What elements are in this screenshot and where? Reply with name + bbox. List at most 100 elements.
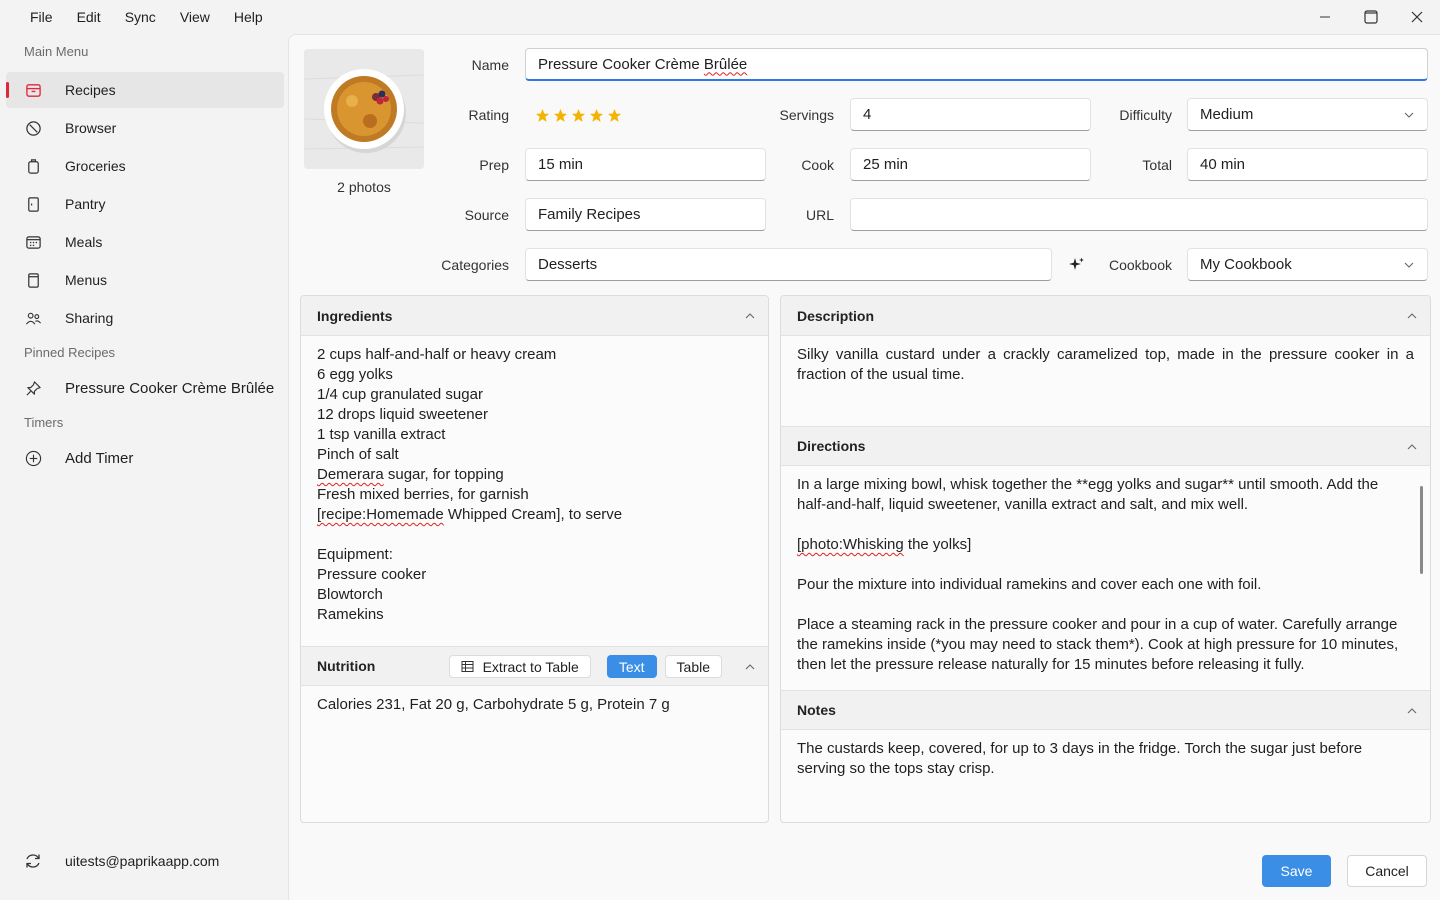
directions-header[interactable]: Directions [781, 426, 1430, 466]
total-field[interactable]: 40 min [1187, 148, 1428, 181]
chevron-down-icon [1404, 112, 1414, 118]
url-field[interactable] [850, 198, 1428, 231]
chevron-up-icon[interactable] [1406, 705, 1418, 717]
cookbook-label: Cookbook [1108, 257, 1172, 273]
sidebar-item-meals[interactable]: Meals [6, 224, 284, 260]
ingredients-header[interactable]: Ingredients [301, 296, 768, 336]
url-label: URL [805, 207, 834, 223]
sidebar-item-label: Browser [65, 120, 117, 136]
cook-field[interactable]: 25 min [850, 148, 1091, 181]
menu-help[interactable]: Help [222, 0, 275, 34]
chevron-up-icon[interactable] [744, 661, 756, 673]
cook-label: Cook [801, 157, 834, 173]
table-mode-button[interactable]: Table [664, 655, 722, 678]
pin-icon [24, 379, 42, 397]
minimize-icon [1320, 16, 1330, 18]
directions-text[interactable]: In a large mixing bowl, whisk together t… [781, 466, 1430, 684]
servings-label: Servings [779, 107, 834, 123]
recipe-photo[interactable] [304, 49, 424, 169]
chevron-up-icon[interactable] [1406, 441, 1418, 453]
table-icon [461, 661, 474, 672]
name-value: Pressure Cooker Crème Brûlée [538, 55, 748, 73]
source-field[interactable]: Family Recipes [525, 198, 766, 231]
ingredient-line: Equipment: [317, 546, 393, 563]
difficulty-select[interactable]: Medium [1187, 98, 1428, 131]
sync-icon [26, 854, 40, 868]
rating-stars[interactable] [535, 108, 622, 123]
description-title: Description [797, 307, 875, 324]
ingredient-line: 12 drops liquid sweetener [317, 406, 488, 423]
sidebar-item-label: Pantry [65, 196, 106, 212]
description-text[interactable]: Silky vanilla custard under a crackly ca… [781, 336, 1430, 394]
total-label: Total [1142, 157, 1172, 173]
star-icon[interactable] [571, 108, 586, 123]
nutrition-text[interactable]: Calories 231, Fat 20 g, Carbohydrate 5 g… [301, 686, 768, 724]
sidebar-item-label: Menus [65, 272, 108, 288]
browser-icon [24, 119, 42, 137]
extract-to-table-button[interactable]: Extract to Table [448, 655, 591, 678]
creme-brulee-photo [304, 49, 424, 169]
ingredient-line: 1 tsp vanilla extract [317, 426, 446, 443]
ingredient-line: Fresh mixed berries, for garnish [317, 486, 529, 503]
ingredient-line: Ramekins [317, 606, 384, 623]
cookbook-select[interactable]: My Cookbook [1187, 248, 1428, 281]
close-window-button[interactable] [1394, 0, 1440, 34]
source-label: Source [464, 207, 509, 223]
sidebar-item-groceries[interactable]: Groceries [6, 148, 284, 184]
ingredient-line: Pressure cooker [317, 566, 427, 583]
menu-edit[interactable]: Edit [65, 0, 113, 34]
sidebar: Main Menu Recipes Browser Groceries Pant… [0, 34, 288, 900]
description-header[interactable]: Description [781, 296, 1430, 336]
sparkle-icon[interactable] [1069, 257, 1085, 273]
notes-header[interactable]: Notes [781, 690, 1430, 730]
chevron-up-icon[interactable] [1406, 310, 1418, 322]
save-button[interactable]: Save [1262, 855, 1331, 887]
menu-bar: File Edit Sync View Help [0, 0, 1440, 34]
notes-text[interactable]: The custards keep, covered, for up to 3 … [781, 730, 1430, 788]
cancel-button[interactable]: Cancel [1347, 855, 1427, 887]
sidebar-item-label: Meals [65, 234, 103, 250]
close-icon [1411, 11, 1423, 23]
timers-heading: Timers [24, 415, 64, 430]
meals-icon [24, 233, 42, 251]
prep-field[interactable]: 15 min [525, 148, 766, 181]
nutrition-section: Nutrition Extract to Table Text Table Ca… [301, 646, 768, 724]
menu-sync[interactable]: Sync [113, 0, 168, 34]
sharing-icon [24, 309, 42, 327]
star-icon[interactable] [535, 108, 550, 123]
minimize-button[interactable] [1302, 0, 1348, 34]
details-panel: Description Silky vanilla custard under … [780, 295, 1431, 823]
sidebar-item-browser[interactable]: Browser [6, 110, 284, 146]
directions-section: Directions In a large mixing bowl, whisk… [781, 426, 1430, 684]
sidebar-item-menus[interactable]: Menus [6, 262, 284, 298]
sidebar-item-sharing[interactable]: Sharing [6, 300, 284, 336]
pinned-recipe-item[interactable]: Pressure Cooker Crème Brûlée [6, 370, 284, 406]
menu-view[interactable]: View [168, 0, 222, 34]
notes-title: Notes [797, 702, 836, 718]
directions-step-1: In a large mixing bowl, whisk together t… [797, 476, 1379, 513]
add-timer-button[interactable]: Add Timer [6, 440, 284, 476]
sidebar-item-pantry[interactable]: Pantry [6, 186, 284, 222]
nutrition-header[interactable]: Nutrition Extract to Table Text Table [301, 646, 768, 686]
add-circle-icon [24, 449, 42, 467]
ingredients-title: Ingredients [317, 307, 393, 324]
ingredient-line: Demerara sugar, for topping [317, 466, 504, 483]
menus-icon [24, 271, 42, 289]
ingredient-line: 2 cups half-and-half or heavy cream [317, 346, 557, 363]
spell-flagged-word: Brûlée [703, 55, 748, 73]
star-icon[interactable] [589, 108, 604, 123]
name-field[interactable]: Pressure Cooker Crème Brûlée [525, 48, 1428, 81]
categories-field[interactable]: Desserts [525, 248, 1052, 281]
pinned-recipes-heading: Pinned Recipes [24, 345, 116, 360]
star-icon[interactable] [607, 108, 622, 123]
menu-file[interactable]: File [18, 0, 65, 34]
directions-scrollbar[interactable] [1420, 486, 1423, 574]
maximize-button[interactable] [1348, 0, 1394, 34]
star-icon[interactable] [553, 108, 568, 123]
ingredients-text[interactable]: 2 cups half-and-half or heavy cream 6 egg… [301, 336, 768, 634]
chevron-up-icon[interactable] [744, 310, 756, 322]
servings-field[interactable]: 4 [850, 98, 1091, 131]
sidebar-item-recipes[interactable]: Recipes [6, 72, 284, 108]
text-mode-button[interactable]: Text [606, 655, 657, 678]
account-sync[interactable]: uitests@paprikaapp.com [24, 852, 219, 870]
